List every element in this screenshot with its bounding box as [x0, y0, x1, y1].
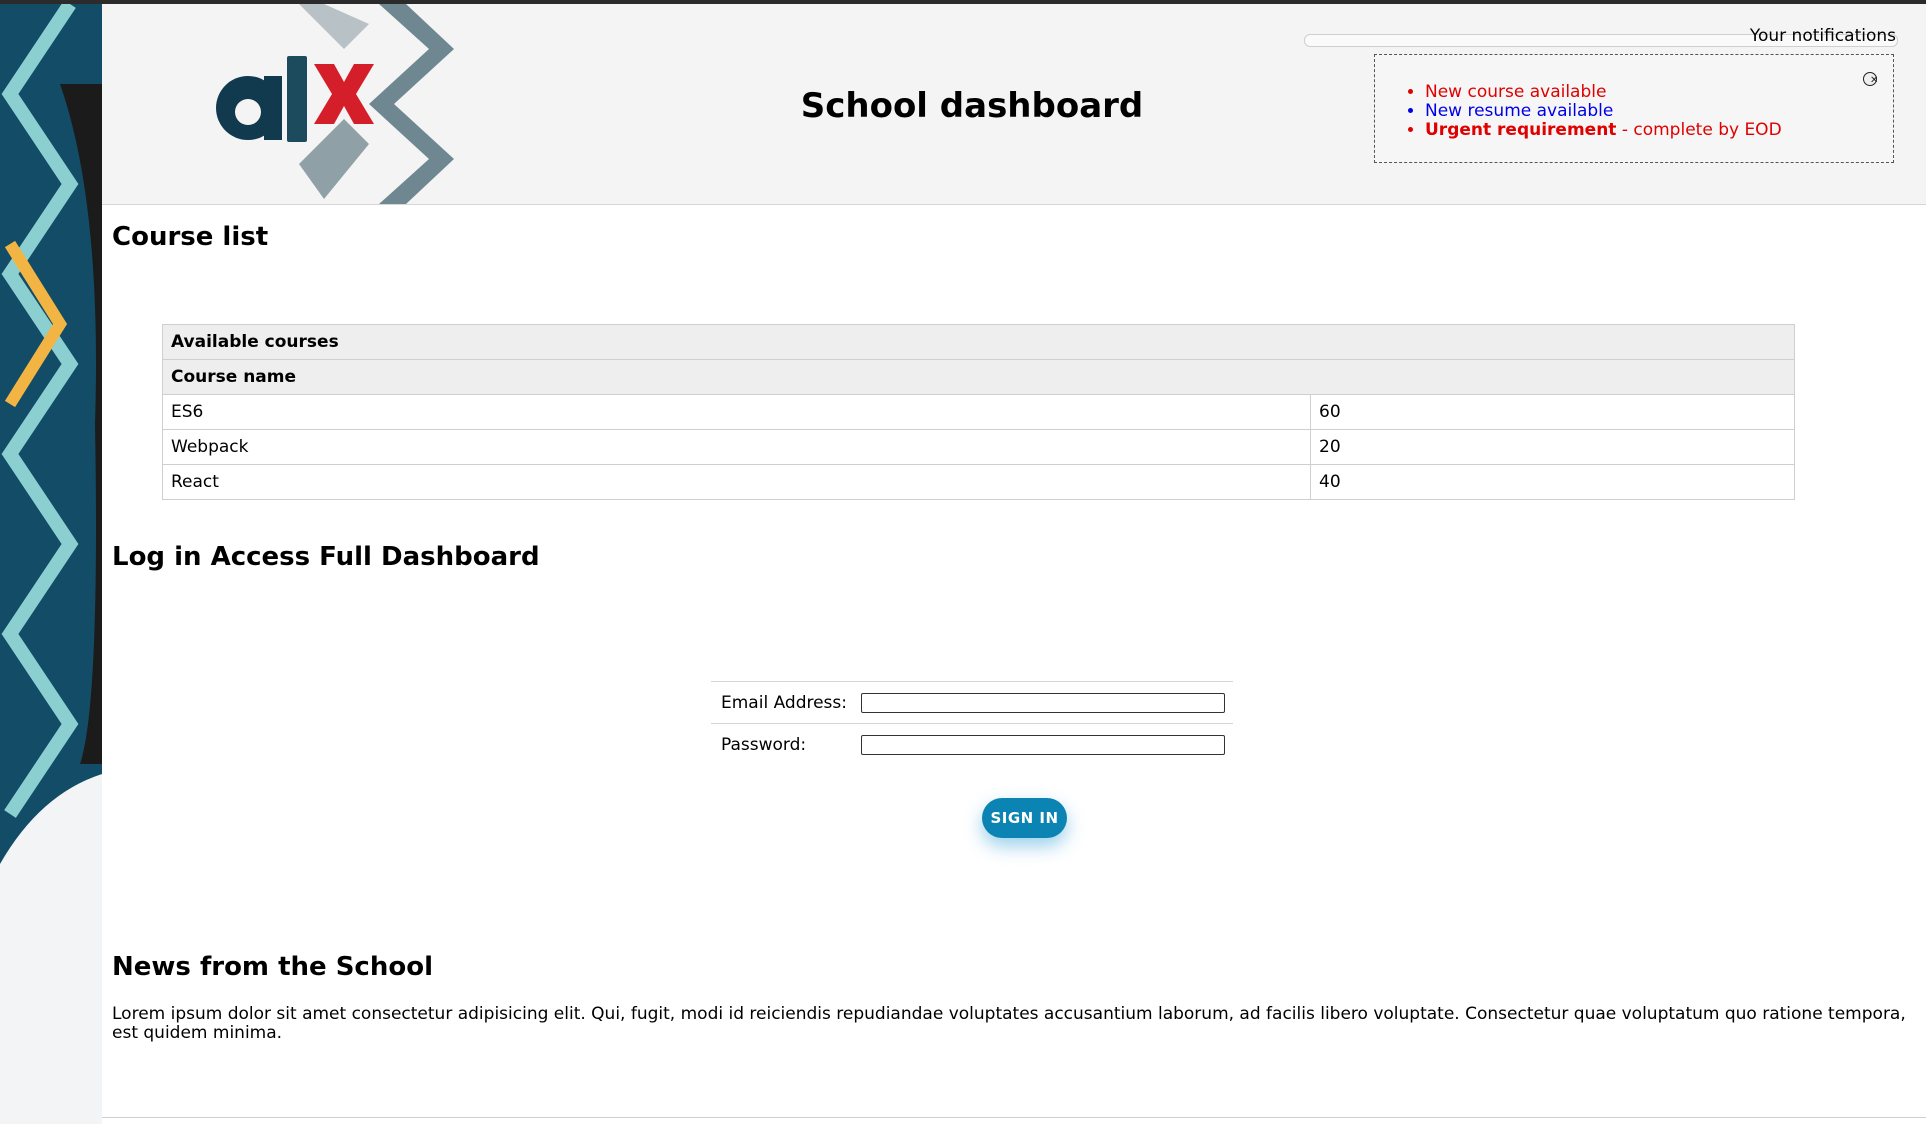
table-header-row: Course name [162, 359, 1795, 395]
password-label: Password: [721, 734, 807, 755]
course-credit-cell: 60 [1310, 394, 1795, 430]
header: School dashboard Your notifications ✕ Ne… [102, 4, 1926, 205]
course-credit-cell: 40 [1310, 464, 1795, 500]
email-label: Email Address: [721, 692, 847, 713]
table-title-row: Available courses [162, 324, 1795, 360]
course-credit-cell: 20 [1310, 429, 1795, 465]
notification-item[interactable]: New course available [1425, 83, 1782, 102]
news-section-title: News from the School [112, 952, 433, 982]
email-field[interactable] [861, 692, 1225, 713]
notification-item[interactable]: New resume available [1425, 102, 1782, 121]
login-form: Email Address: Password: [711, 681, 1233, 765]
course-name-cell: ES6 [162, 394, 1311, 430]
close-icon[interactable]: ✕ [1863, 72, 1878, 86]
password-row: Password: [711, 723, 1233, 765]
course-name-cell: Webpack [162, 429, 1311, 465]
table-title: Available courses [162, 324, 1795, 360]
sign-in-button[interactable]: SIGN IN [982, 798, 1067, 838]
course-list-title: Course list [112, 222, 269, 252]
login-section-title: Log in Access Full Dashboard [112, 542, 540, 572]
course-list-table: Available courses Course name ES6 60 Web… [162, 324, 1795, 500]
notifications-panel: ✕ New course available New resume availa… [1374, 54, 1894, 163]
email-row: Email Address: [711, 681, 1233, 723]
password-field[interactable] [861, 734, 1225, 755]
alx-logo [174, 4, 454, 204]
side-background-image [0, 4, 102, 1124]
column-header-course-name: Course name [162, 359, 1795, 395]
notification-urgent-strong: Urgent requirement [1425, 120, 1617, 140]
notification-item-urgent[interactable]: Urgent requirement - complete by EOD [1425, 121, 1782, 140]
page-title: School dashboard [800, 86, 1144, 126]
table-row: Webpack 20 [162, 429, 1795, 465]
footer-divider [102, 1117, 1926, 1118]
notifications-list: New course available New resume availabl… [1375, 83, 1782, 140]
notification-text: - complete by EOD [1616, 120, 1782, 140]
course-name-cell: React [162, 464, 1311, 500]
news-paragraph: Lorem ipsum dolor sit amet consectetur a… [112, 1004, 1906, 1043]
table-row: ES6 60 [162, 394, 1795, 430]
table-row: React 40 [162, 464, 1795, 500]
dashboard-page: School dashboard Your notifications ✕ Ne… [102, 4, 1926, 1120]
notification-text: New resume available [1425, 101, 1614, 121]
notification-text: New course available [1425, 82, 1607, 102]
notifications-label[interactable]: Your notifications [1750, 26, 1896, 46]
